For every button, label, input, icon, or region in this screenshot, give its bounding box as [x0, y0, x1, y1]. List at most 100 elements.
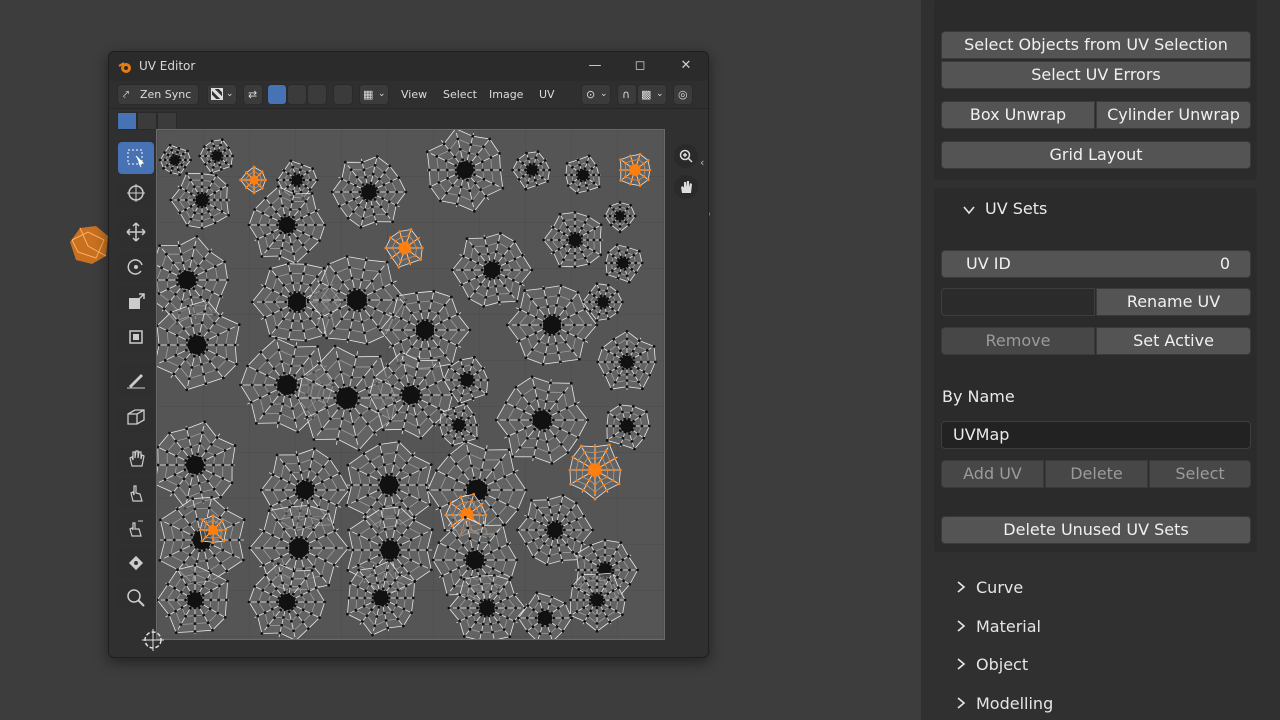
- maximize-icon[interactable]: ◻: [629, 57, 651, 75]
- sync-arrows-icon: ⇄: [248, 88, 258, 101]
- section-object-label: Object: [976, 655, 1029, 674]
- face-select-mode[interactable]: [307, 84, 327, 105]
- scale-tool[interactable]: [118, 286, 154, 318]
- box-icon: [127, 409, 145, 425]
- chevron-down-icon: ⌄: [656, 89, 664, 99]
- zen-sync-button[interactable]: ⤤ Zen Sync: [117, 84, 199, 105]
- uv-id-label: UV ID: [966, 254, 1011, 273]
- rip-tool[interactable]: [118, 547, 154, 579]
- uv-id-field[interactable]: UV ID 0: [941, 250, 1251, 278]
- sticky-select-mode-button[interactable]: ▦ ⌄: [359, 84, 389, 105]
- zen-sync-icon: ⤤: [123, 88, 130, 101]
- delete-unused-uv-sets-button[interactable]: Delete Unused UV Sets: [941, 516, 1251, 544]
- pinch-icon: [129, 520, 143, 537]
- uv-name-input[interactable]: UVMap: [941, 421, 1251, 449]
- section-object[interactable]: Object: [954, 654, 1254, 676]
- remove-button[interactable]: Remove: [941, 327, 1095, 355]
- chevron-down-icon: ⌄: [226, 89, 234, 99]
- selection-mode-bar: [117, 112, 177, 130]
- rename-uv-input[interactable]: [941, 288, 1095, 316]
- box-unwrap-button[interactable]: Box Unwrap: [941, 101, 1095, 129]
- section-curve[interactable]: Curve: [954, 577, 1254, 599]
- vertex-select-mode[interactable]: [267, 84, 287, 105]
- rotate-tool[interactable]: [118, 251, 154, 283]
- sample-tool[interactable]: [118, 582, 154, 614]
- menu-view[interactable]: View: [401, 88, 427, 101]
- scale-icon: [129, 293, 145, 309]
- island-select-mode[interactable]: [333, 84, 353, 105]
- delete-uv-button[interactable]: Delete: [1045, 460, 1148, 488]
- snap-target-button[interactable]: ▩ ⌄: [637, 84, 667, 105]
- blender-logo-icon: [118, 62, 131, 73]
- uv-editor-header: ⤤ Zen Sync ⌄ ⇄ ▦ ⌄ View Select Image UV …: [109, 81, 708, 109]
- grab-tool[interactable]: [118, 442, 154, 474]
- proportional-edit-toggle[interactable]: ◎: [673, 84, 693, 105]
- cylinder-unwrap-button[interactable]: Cylinder Unwrap: [1096, 101, 1251, 129]
- proportional-edit-icon: ◎: [678, 88, 688, 101]
- sidebar-toggle-chevron-icon[interactable]: ‹: [700, 156, 704, 169]
- minimize-icon[interactable]: —: [584, 57, 606, 75]
- add-uv-button[interactable]: Add UV: [941, 460, 1044, 488]
- edge-select-mode[interactable]: [287, 84, 307, 105]
- select-uv-errors-button[interactable]: Select UV Errors: [941, 61, 1251, 89]
- chevron-down-icon: ⌄: [600, 89, 608, 99]
- transform-icon: [129, 330, 143, 344]
- select-subtract-mode[interactable]: [157, 112, 177, 130]
- menu-uv[interactable]: UV: [539, 88, 555, 101]
- hand-icon: [129, 450, 145, 467]
- section-modelling[interactable]: Modelling: [954, 693, 1254, 715]
- uv-sets-title: UV Sets: [985, 199, 1048, 218]
- box-tool[interactable]: [118, 401, 154, 433]
- uv-canvas[interactable]: [156, 129, 665, 640]
- pinch-tool[interactable]: [118, 512, 154, 544]
- pencil-icon: [127, 374, 145, 389]
- set-active-button[interactable]: Set Active: [1096, 327, 1251, 355]
- section-modelling-label: Modelling: [976, 694, 1054, 713]
- rename-uv-button[interactable]: Rename UV: [1096, 288, 1251, 316]
- select-box-tool[interactable]: [118, 142, 154, 174]
- section-material[interactable]: Material: [954, 616, 1254, 638]
- cursor-tool[interactable]: [118, 177, 154, 209]
- magnet-icon: ∩: [622, 88, 631, 101]
- chevron-right-icon: [957, 620, 966, 632]
- by-name-label: By Name: [942, 387, 1015, 406]
- select-box-icon: [127, 149, 145, 168]
- annotate-tool[interactable]: [118, 363, 154, 395]
- close-icon[interactable]: ✕: [675, 57, 697, 75]
- section-curve-label: Curve: [976, 578, 1024, 597]
- rip-icon: [128, 555, 144, 571]
- uv-id-value: 0: [1219, 254, 1230, 273]
- select-extend-mode[interactable]: [137, 112, 157, 130]
- checker-icon: [211, 88, 223, 100]
- select-uv-button[interactable]: Select: [1149, 460, 1251, 488]
- zoom-region-icon: [127, 589, 145, 607]
- pivot-point-button[interactable]: ⊙ ⌄: [581, 84, 611, 105]
- chevron-down-icon: [963, 206, 975, 215]
- zen-sync-label: Zen Sync: [140, 88, 192, 101]
- 2d-cursor-icon[interactable]: [141, 628, 165, 652]
- snap-toggle[interactable]: ∩: [617, 84, 637, 105]
- move-tool[interactable]: [118, 216, 154, 248]
- uv-sets-header[interactable]: UV Sets: [934, 188, 1257, 232]
- grid-layout-button[interactable]: Grid Layout: [941, 141, 1251, 169]
- zoom-icon[interactable]: [674, 144, 698, 168]
- properties-panel: Select Objects from UV Selection Select …: [921, 0, 1280, 720]
- editor-type-button[interactable]: ⌄: [207, 84, 237, 105]
- pan-hand-icon[interactable]: [674, 175, 698, 199]
- sticky-select-icon: ▦: [363, 88, 374, 101]
- relax-tool[interactable]: [118, 477, 154, 509]
- select-objects-from-uv-button[interactable]: Select Objects from UV Selection: [941, 31, 1251, 59]
- chevron-right-icon: [957, 581, 966, 593]
- viewport-selected-mesh: [70, 226, 108, 264]
- uv-editor-titlebar[interactable]: UV Editor — ◻ ✕: [109, 52, 708, 81]
- transform-tool[interactable]: [118, 321, 154, 353]
- chevron-right-icon: [957, 658, 966, 670]
- chevron-right-icon: [957, 697, 966, 709]
- tools-subpanel: Select Objects from UV Selection Select …: [934, 0, 1257, 180]
- chevron-down-icon: ⌄: [378, 89, 386, 99]
- sync-selection-toggle[interactable]: ⇄: [243, 84, 263, 105]
- menu-select[interactable]: Select: [443, 88, 477, 101]
- select-box-mode[interactable]: [117, 112, 137, 130]
- uv-editor-title: UV Editor: [139, 59, 196, 73]
- menu-image[interactable]: Image: [489, 88, 523, 101]
